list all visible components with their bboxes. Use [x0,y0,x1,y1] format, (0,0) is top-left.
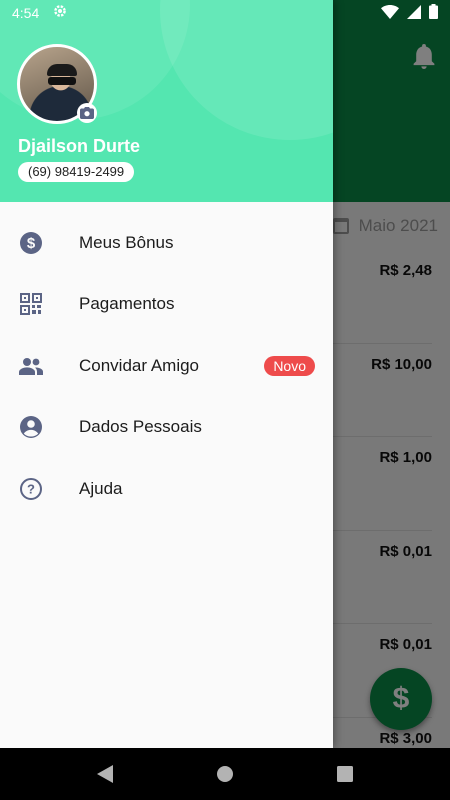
camera-icon[interactable] [77,103,97,123]
qr-code-icon [19,292,43,316]
navigation-drawer: Djailson Durte (69) 98419-2499 $ Meus Bô… [0,0,333,748]
help-circle-icon: ? [19,477,43,501]
user-name: Djailson Durte [18,136,141,156]
drawer-header: Djailson Durte (69) 98419-2499 [0,0,333,202]
status-bar: 4:54 [0,0,450,26]
svg-text:?: ? [27,481,35,496]
menu-item-label: Meus Bônus [79,232,174,252]
battery-icon [429,4,438,24]
status-time: 4:54 [12,5,40,21]
menu-item-ajuda[interactable]: ? Ajuda [0,458,333,520]
user-phone: (69) 98419-2499 [18,162,135,182]
account-circle-icon [19,415,43,439]
settings-icon [53,4,67,23]
menu-item-convidar-amigo[interactable]: Convidar Amigo Novo [0,335,333,397]
menu-item-label: Pagamentos [79,294,175,314]
avatar-glasses [48,77,76,85]
home-icon[interactable] [215,764,235,784]
menu-item-dados-pessoais[interactable]: Dados Pessoais [0,397,333,459]
status-icons [381,4,438,24]
menu-item-label: Ajuda [79,478,123,498]
back-icon[interactable] [95,764,115,784]
avatar-hair [47,64,77,76]
dollar-circle-icon: $ [19,231,43,255]
menu-item-label: Convidar Amigo [79,355,200,375]
svg-text:$: $ [27,235,36,252]
wifi-icon [381,4,399,24]
menu-item-label: Dados Pessoais [79,417,202,437]
people-icon [19,354,43,378]
new-badge: Novo [264,355,315,376]
menu-item-meus-bonus[interactable]: $ Meus Bônus [0,212,333,274]
signal-icon [407,4,421,24]
drawer-menu: $ Meus Bônus Pagamentos Convidar Amigo N… [0,212,333,520]
recents-icon[interactable] [335,764,355,784]
menu-item-pagamentos[interactable]: Pagamentos [0,274,333,336]
system-navigation-bar [0,748,450,800]
